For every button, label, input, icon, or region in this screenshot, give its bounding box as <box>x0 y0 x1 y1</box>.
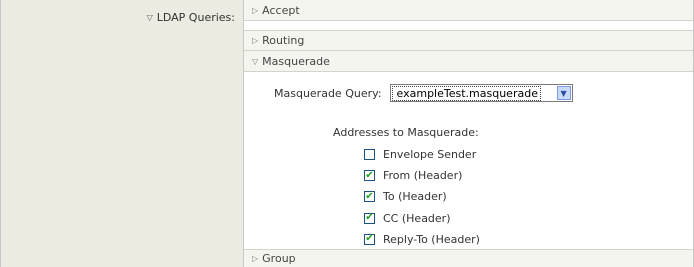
reply-to-header-label: Reply-To (Header) <box>383 232 480 246</box>
masquerade-body: Masquerade Query: exampleTest.masquerade… <box>244 72 693 248</box>
masquerade-query-select[interactable]: exampleTest.masquerade ▼ <box>389 84 573 102</box>
ldap-queries-panel: ▽ LDAP Queries: ▷ Accept ▷ Routing ▽ Masquer… <box>0 0 694 267</box>
masquerade-query-label: Masquerade Query: <box>274 86 382 100</box>
cc-header-label: CC (Header) <box>383 211 451 225</box>
section-routing[interactable]: ▷ Routing <box>244 30 693 51</box>
envelope-sender-checkbox[interactable] <box>364 149 375 161</box>
chevron-down-icon[interactable]: ▼ <box>556 86 571 100</box>
to-header-checkbox[interactable]: ✔ <box>364 191 375 203</box>
option-envelope-sender: Envelope Sender <box>364 144 480 165</box>
section-masquerade[interactable]: ▽ Masquerade <box>244 51 693 72</box>
section-routing-label: Routing <box>262 34 305 47</box>
from-header-checkbox[interactable]: ✔ <box>364 170 375 182</box>
option-cc-header: ✔ CC (Header) <box>364 208 480 229</box>
reply-to-header-checkbox[interactable]: ✔ <box>364 233 375 245</box>
envelope-sender-label: Envelope Sender <box>383 148 477 162</box>
content-column: ▷ Accept ▷ Routing ▽ Masquerade Masquerade … <box>244 0 693 267</box>
option-from-header: ✔ From (Header) <box>364 165 480 186</box>
triangle-right-icon: ▷ <box>252 36 259 45</box>
from-header-label: From (Header) <box>383 169 463 183</box>
triangle-right-icon: ▷ <box>252 5 259 15</box>
ldap-queries-label[interactable]: ▽ LDAP Queries: <box>147 11 235 24</box>
section-group-label: Group <box>262 252 296 265</box>
addresses-checkbox-list: Envelope Sender ✔ From (Header) ✔ To (He… <box>364 144 480 250</box>
addresses-to-masquerade-title: Addresses to Masquerade: <box>333 126 479 139</box>
masquerade-query-row: Masquerade Query: exampleTest.masquerade… <box>274 84 573 102</box>
section-accept[interactable]: ▷ Accept <box>244 0 693 21</box>
option-to-header: ✔ To (Header) <box>364 186 480 207</box>
section-group[interactable]: ▷ Group <box>244 249 693 267</box>
option-reply-to-header: ✔ Reply-To (Header) <box>364 229 480 250</box>
ldap-queries-label-text: LDAP Queries: <box>156 11 235 24</box>
to-header-label: To (Header) <box>383 190 447 204</box>
section-masquerade-label: Masquerade <box>262 54 330 68</box>
section-accept-label: Accept <box>262 3 300 17</box>
triangle-down-icon: ▽ <box>252 56 259 66</box>
cc-header-checkbox[interactable]: ✔ <box>364 212 375 224</box>
triangle-down-icon: ▽ <box>146 13 153 22</box>
label-column: ▽ LDAP Queries: <box>1 0 244 267</box>
triangle-right-icon: ▷ <box>252 254 259 263</box>
masquerade-query-value: exampleTest.masquerade <box>391 85 541 101</box>
